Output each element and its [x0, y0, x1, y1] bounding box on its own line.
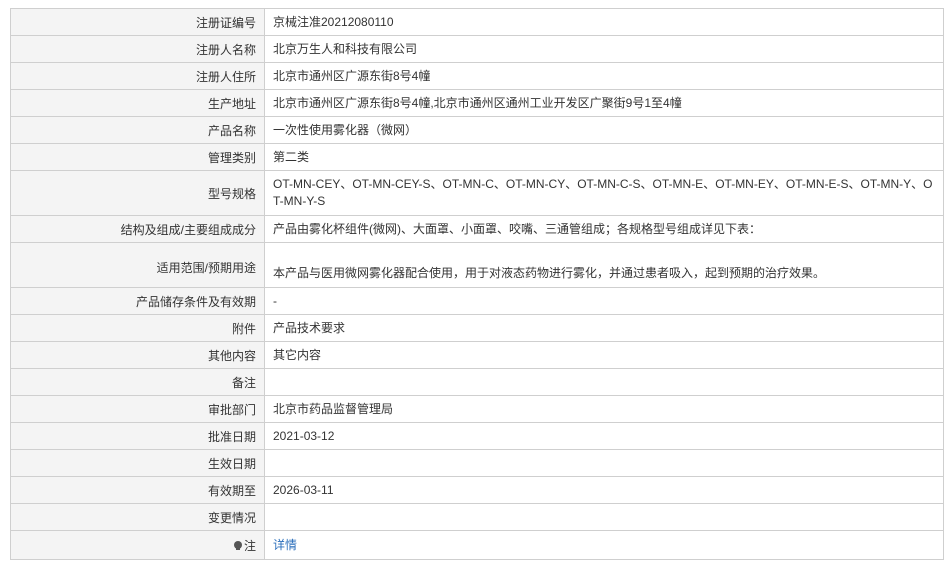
field-label: 有效期至	[11, 477, 265, 503]
row-remarks: 备注	[11, 369, 943, 396]
field-label: 审批部门	[11, 396, 265, 422]
field-value: 产品由雾化杯组件(微网)、大面罩、小面罩、咬嘴、三通管组成；各规格型号组成详见下…	[273, 221, 761, 236]
field-label: 附件	[11, 315, 265, 341]
field-value	[265, 369, 943, 395]
row-approval-dept: 审批部门 北京市药品监督管理局	[11, 396, 943, 423]
field-value: 一次性使用雾化器（微网）	[273, 122, 418, 137]
note-value-cell: 详情	[265, 531, 943, 559]
row-attachment: 附件 产品技术要求	[11, 315, 943, 342]
field-label: 注册人住所	[11, 63, 265, 89]
field-value: OT-MN-CEY、OT-MN-CEY-S、OT-MN-C、OT-MN-CY、O…	[273, 177, 933, 208]
field-label: 注册人名称	[11, 36, 265, 62]
field-label: 适用范围/预期用途	[11, 243, 265, 287]
field-value: 2026-03-11	[273, 482, 334, 497]
row-registration-number: 注册证编号 京械注准20212080110	[11, 9, 943, 36]
field-label: 变更情况	[11, 504, 265, 530]
row-registrant-name: 注册人名称 北京万生人和科技有限公司	[11, 36, 943, 63]
row-approval-date: 批准日期 2021-03-12	[11, 423, 943, 450]
registration-info-table: 注册证编号 京械注准20212080110 注册人名称 北京万生人和科技有限公司…	[10, 8, 944, 560]
field-value: 第二类	[273, 149, 310, 164]
row-structure-composition: 结构及组成/主要组成成分 产品由雾化杯组件(微网)、大面罩、小面罩、咬嘴、三通管…	[11, 216, 943, 243]
field-label: 批准日期	[11, 423, 265, 449]
field-value: 北京市通州区广源东街8号4幢	[273, 68, 431, 83]
row-expiry-date: 有效期至 2026-03-11	[11, 477, 943, 504]
lightbulb-icon	[233, 541, 242, 550]
field-value: 北京市药品监督管理局	[273, 401, 394, 416]
field-value: -	[273, 293, 277, 308]
field-value: 产品技术要求	[273, 320, 346, 335]
row-storage-validity: 产品储存条件及有效期 -	[11, 288, 943, 315]
field-value: 其它内容	[273, 347, 322, 362]
row-production-address: 生产地址 北京市通州区广源东街8号4幢,北京市通州区通州工业开发区广聚街9号1至…	[11, 90, 943, 117]
row-product-name: 产品名称 一次性使用雾化器（微网）	[11, 117, 943, 144]
field-value: 2021-03-12	[273, 428, 335, 443]
field-label: 产品储存条件及有效期	[11, 288, 265, 314]
row-model-spec: 型号规格 OT-MN-CEY、OT-MN-CEY-S、OT-MN-C、OT-MN…	[11, 171, 943, 216]
field-label: 生产地址	[11, 90, 265, 116]
row-management-class: 管理类别 第二类	[11, 144, 943, 171]
field-value	[265, 450, 943, 476]
field-value: 北京万生人和科技有限公司	[273, 41, 418, 56]
details-link[interactable]: 详情	[273, 537, 297, 554]
row-registrant-address: 注册人住所 北京市通州区广源东街8号4幢	[11, 63, 943, 90]
row-other-content: 其他内容 其它内容	[11, 342, 943, 369]
field-label: 管理类别	[11, 144, 265, 170]
field-label: 型号规格	[11, 171, 265, 215]
row-note: 注 详情	[11, 531, 943, 560]
field-label: 其他内容	[11, 342, 265, 368]
field-value: 本产品与医用微网雾化器配合使用，用于对液态药物进行雾化，并通过患者吸入，起到预期…	[273, 266, 826, 280]
row-intended-use: 适用范围/预期用途 本产品与医用微网雾化器配合使用，用于对液态药物进行雾化，并通…	[11, 243, 943, 288]
field-label: 注册证编号	[11, 9, 265, 35]
note-label: 注	[243, 538, 256, 553]
field-value: 京械注准20212080110	[273, 14, 394, 29]
field-value: 北京市通州区广源东街8号4幢,北京市通州区通州工业开发区广聚街9号1至4幢	[273, 95, 682, 110]
row-effective-date: 生效日期	[11, 450, 943, 477]
field-label: 备注	[11, 369, 265, 395]
field-label: 结构及组成/主要组成成分	[11, 216, 265, 242]
note-label-cell: 注	[11, 531, 265, 559]
field-label: 产品名称	[11, 117, 265, 143]
field-value	[265, 504, 943, 530]
field-label: 生效日期	[11, 450, 265, 476]
row-change-status: 变更情况	[11, 504, 943, 531]
